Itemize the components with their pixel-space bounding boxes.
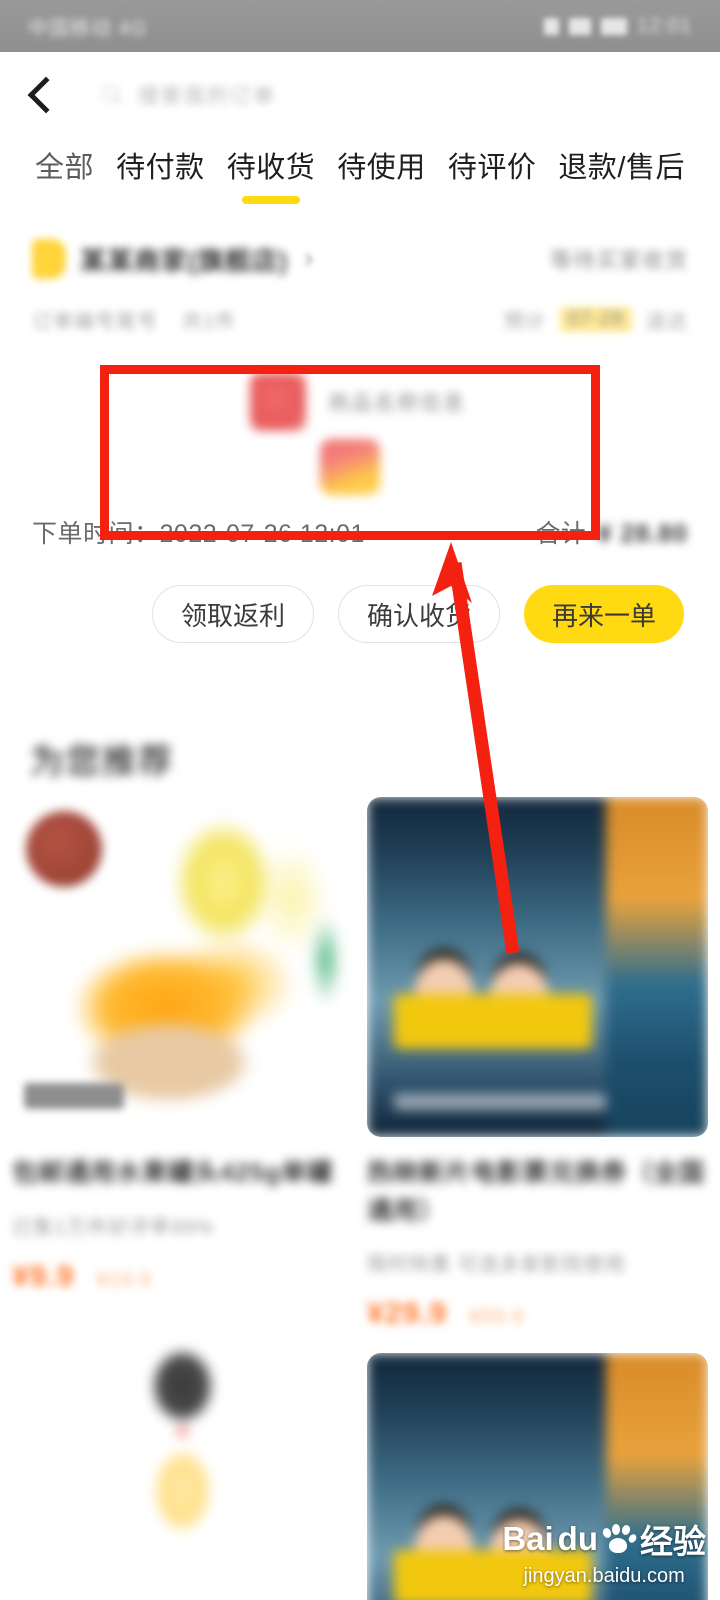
tab-label: 退款/售后 [558, 152, 685, 184]
order-item-count: 共1件 [182, 310, 237, 333]
battery-icon [600, 17, 627, 35]
product-subtitle: 已售1万件好评率99% [12, 1216, 215, 1239]
order-action-buttons: 领取返利 确认收货 再来一单 [0, 563, 720, 643]
movie-poster-image [367, 797, 708, 1137]
search-input[interactable]: 搜索我的订单 [138, 80, 276, 110]
tab-pending-payment[interactable]: 待付款 [105, 140, 216, 186]
watermark-brand-text2: du [557, 1520, 598, 1557]
shop-avatar-badge [26, 811, 102, 887]
tab-pending-receipt[interactable]: 待收货 [216, 140, 327, 204]
product-image-box [12, 797, 353, 1137]
product-price-row: ¥9.9 ¥19.9 [12, 1260, 353, 1294]
product-card[interactable] [12, 1315, 353, 1566]
poster-caption-bar [394, 1093, 606, 1110]
poster-face [414, 959, 473, 1022]
tab-pending-review[interactable]: 待评价 [437, 140, 548, 186]
active-tab-indicator [241, 196, 300, 204]
product-price: ¥9.9 [12, 1259, 75, 1293]
product-title: 热映新片电影票兑换券（全国通用） [367, 1159, 706, 1225]
back-chevron-icon [27, 76, 64, 113]
tab-label: 待收货 [226, 152, 316, 184]
total-value: ¥ 28.80 [597, 520, 688, 548]
claim-rebate-button[interactable]: 领取返利 [151, 585, 314, 643]
status-bar-right: 12:01 [543, 14, 692, 38]
product-old-price: ¥59.9 [469, 1306, 525, 1328]
order-time-value: 2022-07-26 12:01 [159, 520, 365, 548]
baidu-paw-icon [601, 1524, 638, 1554]
product-card[interactable]: 包邮通用水果罐头425g单罐 已售1万件好评率99% ¥9.9 ¥19.9 [12, 797, 353, 1294]
goods-name: 商品名称信息 [328, 392, 466, 415]
product-old-price: ¥19.9 [96, 1268, 152, 1291]
tab-label: 待使用 [337, 152, 426, 184]
image-corner-tag [24, 1083, 124, 1109]
order-shop-row[interactable]: 某某商家(旗舰店) 等待买家收货 [0, 225, 720, 293]
chevron-right-icon [300, 252, 314, 266]
app-screen: 中国移动 4G 12:01 搜索我的订单 全部 待付款 待收货 待使用 待评价 … [0, 0, 720, 1600]
order-number-label: 订单编号尾号 [32, 310, 158, 333]
recommend-section: 为您推荐 包邮通用水果罐头425g单罐 已售1万件好评率99% ¥9.9 ¥19… [0, 700, 720, 1600]
baidu-watermark: Bai du 经验 jingyan.baidu.com [502, 1515, 706, 1588]
product-image-box [367, 797, 708, 1137]
delivery-estimate: 预计 07-28 送达 [504, 305, 688, 334]
confirm-receipt-button[interactable]: 确认收货 [337, 585, 500, 643]
product-subtitle: 限时特惠 可选多家影院使用 [367, 1254, 626, 1276]
total-label: 合计 [535, 520, 586, 548]
back-button[interactable] [0, 52, 84, 137]
recommend-grid: 包邮通用水果罐头425g单罐 已售1万件好评率99% ¥9.9 ¥19.9 热映… [0, 783, 720, 1600]
delivery-suffix: 送达 [646, 310, 688, 333]
product-card[interactable]: 热映新片电影票兑换券（全国通用） 限时特惠 可选多家影院使用 ¥29.9 ¥59… [367, 797, 708, 1331]
product-price: ¥29.9 [367, 1297, 448, 1330]
product-title: 包邮通用水果罐头425g单罐 [12, 1159, 333, 1187]
tab-refund-aftersale[interactable]: 退款/售后 [547, 140, 696, 186]
recommend-title: 为您推荐 [30, 743, 174, 781]
goods-thumbnail [250, 373, 306, 431]
delivery-prefix: 预计 [503, 310, 546, 333]
watermark-brand-text: Bai [502, 1520, 554, 1557]
watermark-suffix: 经验 [640, 1523, 706, 1560]
order-goods-area[interactable]: 商品名称信息 [0, 351, 720, 501]
status-bar-left: 中国移动 4G [28, 12, 147, 41]
tab-pending-use[interactable]: 待使用 [326, 140, 437, 186]
watermark-url: jingyan.baidu.com [523, 1565, 685, 1587]
tab-all[interactable]: 全部 [24, 140, 105, 186]
product-image-box [12, 1315, 353, 1566]
order-time: 下单时间：2022-07-26 12:01 [32, 514, 365, 550]
recommend-column-left: 包邮通用水果罐头425g单罐 已售1万件好评率99% ¥9.9 ¥19.9 [12, 797, 353, 1588]
reorder-button[interactable]: 再来一单 [523, 585, 684, 643]
poster-face [489, 962, 548, 1025]
delivery-date: 07-28 [559, 306, 632, 332]
order-status-tabs: 全部 待付款 待收货 待使用 待评价 退款/售后 [0, 140, 720, 218]
tab-label: 待付款 [116, 152, 205, 184]
order-total: 合计 ¥ 28.80 [536, 514, 688, 550]
search-bar[interactable]: 搜索我的订单 [84, 72, 550, 118]
recommend-column-right: 热映新片电影票兑换券（全国通用） 限时特惠 可选多家影院使用 ¥29.9 ¥59… [367, 797, 708, 1600]
carrier-label: 中国移动 4G [28, 17, 148, 40]
order-card[interactable]: 某某商家(旗舰店) 等待买家收货 订单编号尾号 共1件 预计 07-28 送达 … [0, 225, 720, 643]
order-meta-row: 订单编号尾号 共1件 预计 07-28 送达 [0, 293, 720, 345]
order-time-label: 下单时间： [32, 520, 160, 548]
promo-badge [320, 439, 380, 495]
signal-icon [543, 17, 559, 35]
search-icon [102, 84, 122, 105]
tab-label: 待评价 [447, 152, 537, 184]
nav-bar: 搜索我的订单 [0, 52, 720, 137]
watermark-brand: Bai du 经验 [502, 1515, 706, 1563]
status-bar: 中国移动 4G 12:01 [0, 0, 720, 52]
drink-cup-image [12, 1315, 353, 1566]
tab-label: 全部 [35, 152, 95, 184]
order-goods-row: 商品名称信息 [250, 373, 466, 431]
product-price-row: ¥29.9 ¥59.9 [367, 1297, 708, 1331]
shop-name: 某某商家(旗舰店) [80, 245, 289, 276]
wifi-icon [568, 17, 591, 35]
shop-icon [32, 239, 66, 279]
order-footer-row: 下单时间：2022-07-26 12:01 合计 ¥ 28.80 [0, 501, 720, 563]
clock-label: 12:01 [636, 14, 692, 37]
poster-face [414, 1515, 473, 1578]
order-status-text: 等待买家收货 [549, 248, 688, 273]
